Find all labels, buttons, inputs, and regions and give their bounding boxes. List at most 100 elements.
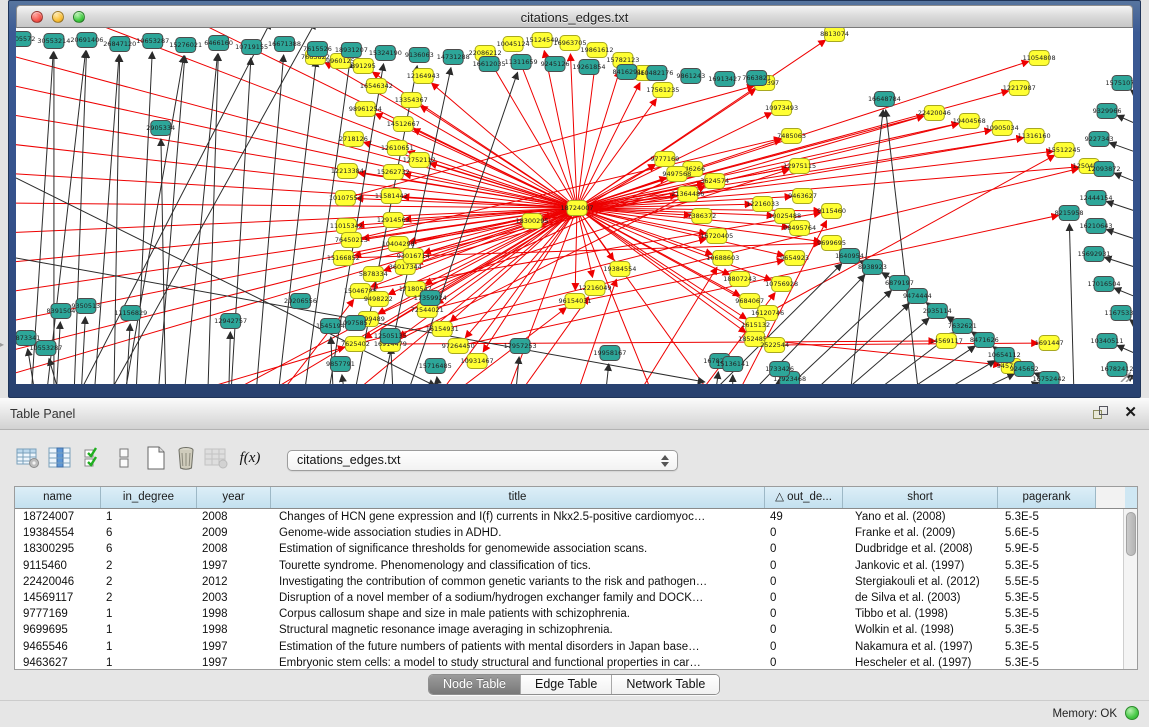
table-cell[interactable]: 5.3E-5 — [998, 606, 1096, 622]
table-cell[interactable]: 5.3E-5 — [998, 509, 1096, 525]
table-row[interactable]: 1938455462009Genome-wide association stu… — [15, 525, 1137, 541]
unselect-all-columns-button[interactable] — [110, 444, 138, 472]
table-cell[interactable]: 5.6E-5 — [998, 525, 1096, 541]
table-row[interactable]: 911546021997Tourette syndrome. Phenomeno… — [15, 558, 1137, 574]
tab-edge-table[interactable]: Edge Table — [521, 675, 612, 694]
table-cell[interactable]: 2008 — [197, 509, 271, 525]
table-cell[interactable]: 9699695 — [15, 622, 101, 638]
table-row[interactable]: 1872400712008Changes of HCN gene express… — [15, 509, 1137, 525]
table-cell[interactable]: 1998 — [197, 606, 271, 622]
table-cell[interactable]: 1 — [101, 622, 197, 638]
table-selector-dropdown[interactable]: citations_edges.txt — [287, 450, 678, 471]
table-cell[interactable]: 9115460 — [15, 558, 101, 574]
table-cell[interactable]: 0 — [765, 655, 843, 671]
table-cell[interactable]: Stergiakouli et al. (2012) — [843, 574, 998, 590]
function-builder-button[interactable]: f(x) — [236, 444, 264, 472]
table-cell[interactable]: 9777169 — [15, 606, 101, 622]
tab-node-table[interactable]: Node Table — [429, 675, 521, 694]
table-cell[interactable]: 0 — [765, 590, 843, 606]
float-window-icon[interactable] — [1093, 406, 1109, 421]
new-table-button[interactable] — [142, 444, 170, 472]
select-all-columns-button[interactable] — [80, 444, 108, 472]
column-header-short[interactable]: short — [843, 487, 998, 508]
column-header-title[interactable]: title — [271, 487, 765, 508]
table-cell[interactable]: 0 — [765, 639, 843, 655]
table-cell[interactable]: 2003 — [197, 590, 271, 606]
memory-status-indicator[interactable] — [1125, 706, 1139, 720]
table-cell[interactable]: 6 — [101, 525, 197, 541]
table-cell[interactable]: Changes of HCN gene expression and I(f) … — [271, 509, 765, 525]
table-cell[interactable]: Structural magnetic resonance image aver… — [271, 622, 765, 638]
table-cell[interactable]: 1997 — [197, 639, 271, 655]
table-cell[interactable]: 18724007 — [15, 509, 101, 525]
table-cell[interactable]: 1997 — [197, 655, 271, 671]
table-cell[interactable]: 2008 — [197, 541, 271, 557]
resize-grip[interactable] — [1119, 370, 1131, 382]
table-cell[interactable]: Estimation of the future numbers of pati… — [271, 639, 765, 655]
table-cell[interactable]: Disruption of a novel member of a sodium… — [271, 590, 765, 606]
close-panel-icon[interactable]: ✕ — [1124, 404, 1137, 422]
table-settings-button[interactable] — [14, 444, 42, 472]
table-cell[interactable]: Wolkin et al. (1998) — [843, 622, 998, 638]
table-cell[interactable]: 5.3E-5 — [998, 655, 1096, 671]
table-cell[interactable]: 5.3E-5 — [998, 590, 1096, 606]
table-cell[interactable]: Nakamura et al. (1997) — [843, 639, 998, 655]
network-window-frame[interactable]: citations_edges.txt 18724007121649431335… — [8, 0, 1141, 398]
table-cell[interactable]: 1 — [101, 509, 197, 525]
column-header-out_de[interactable]: △ out_de... — [765, 487, 843, 508]
table-cell[interactable]: 5.9E-5 — [998, 541, 1096, 557]
table-cell[interactable]: 19384554 — [15, 525, 101, 541]
table-cell[interactable]: 0 — [765, 525, 843, 541]
table-cell[interactable]: Embryonic stem cells: a model to study s… — [271, 655, 765, 671]
table-row[interactable]: 946554611997Estimation of the future num… — [15, 639, 1137, 655]
table-cell[interactable]: Estimation of significance thresholds fo… — [271, 541, 765, 557]
table-cell[interactable]: de Silva et al. (2003) — [843, 590, 998, 606]
table-row[interactable]: 1456911722003Disruption of a novel membe… — [15, 590, 1137, 606]
table-cell[interactable]: Hescheler et al. (1997) — [843, 655, 998, 671]
column-header-name[interactable]: name — [15, 487, 101, 508]
table-cell[interactable]: 1 — [101, 606, 197, 622]
table-cell[interactable]: Corpus callosum shape and size in male p… — [271, 606, 765, 622]
table-cell[interactable]: 6 — [101, 541, 197, 557]
table-cell[interactable]: 0 — [765, 541, 843, 557]
table-cell[interactable]: 5.5E-5 — [998, 574, 1096, 590]
table-cell[interactable]: Investigating the contribution of common… — [271, 574, 765, 590]
table-cell[interactable]: Tourette syndrome. Phenomenology and cla… — [271, 558, 765, 574]
table-cell[interactable]: Dudbridge et al. (2008) — [843, 541, 998, 557]
scrollbar-thumb[interactable] — [1126, 512, 1136, 556]
table-cell[interactable]: 5.3E-5 — [998, 639, 1096, 655]
panel-collapse-arrow[interactable]: ▸ — [0, 340, 4, 349]
table-cell[interactable]: 9465546 — [15, 639, 101, 655]
window-titlebar[interactable]: citations_edges.txt — [16, 5, 1133, 28]
table-cell[interactable]: 0 — [765, 574, 843, 590]
table-cell[interactable]: 2012 — [197, 574, 271, 590]
table-cell[interactable]: Genome-wide association studies in ADHD. — [271, 525, 765, 541]
table-cell[interactable]: 1998 — [197, 622, 271, 638]
column-header-year[interactable]: year — [197, 487, 271, 508]
table-cell[interactable]: 22420046 — [15, 574, 101, 590]
table-row[interactable]: 977716911998Corpus callosum shape and si… — [15, 606, 1137, 622]
table-cell[interactable]: 9463627 — [15, 655, 101, 671]
table-cell[interactable]: 1997 — [197, 558, 271, 574]
column-header-in_degree[interactable]: in_degree — [101, 487, 197, 508]
delete-table-button[interactable] — [172, 444, 200, 472]
table-row[interactable]: 946362711997Embryonic stem cells: a mode… — [15, 655, 1137, 671]
table-cell[interactable]: 1 — [101, 639, 197, 655]
table-row[interactable]: 2242004622012Investigating the contribut… — [15, 574, 1137, 590]
network-canvas[interactable]: 1872400712164943133543671451266712610651… — [16, 28, 1133, 384]
table-cell[interactable]: Franke et al. (2009) — [843, 525, 998, 541]
show-columns-button[interactable] — [46, 444, 74, 472]
table-cell[interactable]: 5.3E-5 — [998, 558, 1096, 574]
tab-network-table[interactable]: Network Table — [612, 675, 719, 694]
table-row[interactable]: 969969511998Structural magnetic resonanc… — [15, 622, 1137, 638]
table-cell[interactable]: 1 — [101, 655, 197, 671]
table-cell[interactable]: 18300295 — [15, 541, 101, 557]
table-cell[interactable]: 2 — [101, 574, 197, 590]
table-cell[interactable]: 2 — [101, 558, 197, 574]
table-cell[interactable]: Tibbo et al. (1998) — [843, 606, 998, 622]
table-cell[interactable]: 0 — [765, 558, 843, 574]
table-cell[interactable]: Jankovic et al. (1997) — [843, 558, 998, 574]
table-cell[interactable]: 14569117 — [15, 590, 101, 606]
column-header-pagerank[interactable]: pagerank — [998, 487, 1096, 508]
vertical-scrollbar[interactable] — [1123, 509, 1137, 669]
